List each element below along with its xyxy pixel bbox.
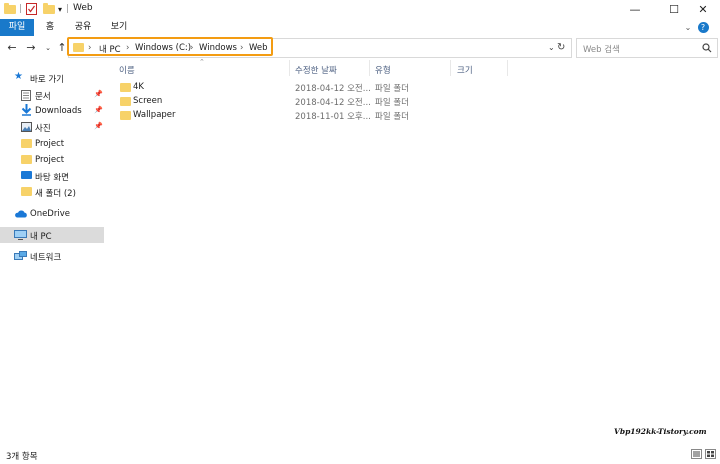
watermark: Vbp192kk-Tistory.com (614, 427, 707, 436)
window-title: Web (73, 3, 93, 13)
computer-icon (14, 230, 27, 243)
address-dropdown-icon[interactable]: ⌄ (548, 43, 555, 52)
address-row: ← → ⌄ ↑ › 내 PC › Windows (C:) › Windows … (0, 37, 720, 59)
tab-view[interactable]: 보기 (106, 19, 132, 36)
separator: | (66, 4, 70, 14)
minimize-button[interactable]: — (618, 0, 652, 19)
status-item-count: 3개 항목 (6, 452, 38, 462)
file-row[interactable]: Wallpaper 2018-11-01 오후... 파일 폴더 (118, 109, 418, 123)
search-icon (702, 43, 712, 53)
navigation-pane: ★ 바로 가기 문서 📌 Downloads 📌 사진 📌 Project Pr… (0, 70, 104, 440)
file-row[interactable]: Screen 2018-04-12 오전... 파일 폴더 (118, 95, 418, 109)
column-divider[interactable] (369, 60, 370, 76)
sidebar-item-this-pc[interactable]: 내 PC (0, 227, 104, 243)
pin-icon: 📌 (94, 106, 103, 114)
sidebar-item-downloads[interactable]: Downloads 📌 (0, 103, 104, 119)
ribbon-expand-icon[interactable]: ⌄ (682, 19, 694, 36)
folder-icon (120, 97, 131, 106)
network-icon (14, 251, 27, 264)
picture-icon (21, 122, 32, 135)
column-header-date-modified[interactable]: 수정한 날짜 (295, 64, 337, 78)
column-divider[interactable] (289, 60, 290, 76)
column-divider[interactable] (507, 60, 508, 76)
folder-icon (21, 155, 32, 164)
large-icons-view-icon[interactable] (705, 449, 716, 459)
help-icon[interactable]: ? (696, 19, 710, 36)
tab-home[interactable]: 홈 (40, 19, 60, 36)
folder-icon (120, 111, 131, 120)
sidebar-item-onedrive[interactable]: OneDrive (0, 206, 104, 222)
sort-ascending-icon: ⌃ (199, 58, 205, 66)
sidebar-item-pictures[interactable]: 사진 📌 (0, 119, 104, 135)
column-header-type[interactable]: 유형 (375, 64, 391, 78)
column-divider[interactable] (450, 60, 451, 76)
title-bar: | ▾ | Web — ☐ ✕ (0, 0, 720, 19)
close-button[interactable]: ✕ (686, 0, 720, 19)
recent-locations-icon[interactable]: ⌄ (41, 40, 55, 56)
cloud-icon (14, 210, 27, 221)
sidebar-item-project[interactable]: Project (0, 136, 104, 152)
sidebar-item-documents[interactable]: 문서 📌 (0, 87, 104, 103)
pin-icon: 📌 (94, 122, 103, 130)
file-row[interactable]: 4K 2018-04-12 오전... 파일 폴더 (118, 81, 418, 95)
details-view-icon[interactable] (691, 449, 702, 459)
address-highlight (67, 37, 273, 56)
column-header-name[interactable]: 이름 (119, 64, 135, 78)
quick-access-dropdown-icon[interactable]: ▾ (58, 2, 62, 16)
sidebar-item-project-2[interactable]: Project (0, 152, 104, 168)
refresh-icon[interactable]: ↻ (557, 42, 565, 53)
download-icon (21, 104, 32, 119)
folder-icon (21, 187, 32, 196)
document-icon (21, 90, 31, 104)
back-button[interactable]: ← (5, 40, 19, 56)
folder-icon (4, 2, 16, 16)
search-input[interactable]: Web 검색 (576, 38, 718, 58)
desktop-icon (21, 171, 32, 179)
forward-button[interactable]: → (24, 40, 38, 56)
separator: | (19, 4, 23, 14)
tab-share[interactable]: 공유 (70, 19, 96, 36)
ribbon-tabs: 파일 홈 공유 보기 ⌄ ? (0, 19, 720, 36)
star-icon: ★ (14, 71, 23, 82)
new-folder-icon[interactable] (43, 2, 55, 16)
sidebar-item-new-folder-2[interactable]: 새 폴더 (2) (0, 184, 104, 200)
sidebar-item-desktop[interactable]: 바탕 화면 (0, 168, 104, 184)
folder-icon (21, 139, 32, 148)
properties-icon[interactable] (26, 2, 37, 16)
folder-icon (120, 83, 131, 92)
sidebar-item-quick-access[interactable]: ★ 바로 가기 (0, 70, 104, 86)
tab-file[interactable]: 파일 (0, 19, 34, 36)
column-header-size[interactable]: 크기 (457, 64, 473, 78)
sidebar-item-network[interactable]: 네트워크 (0, 248, 104, 264)
pin-icon: 📌 (94, 90, 103, 98)
